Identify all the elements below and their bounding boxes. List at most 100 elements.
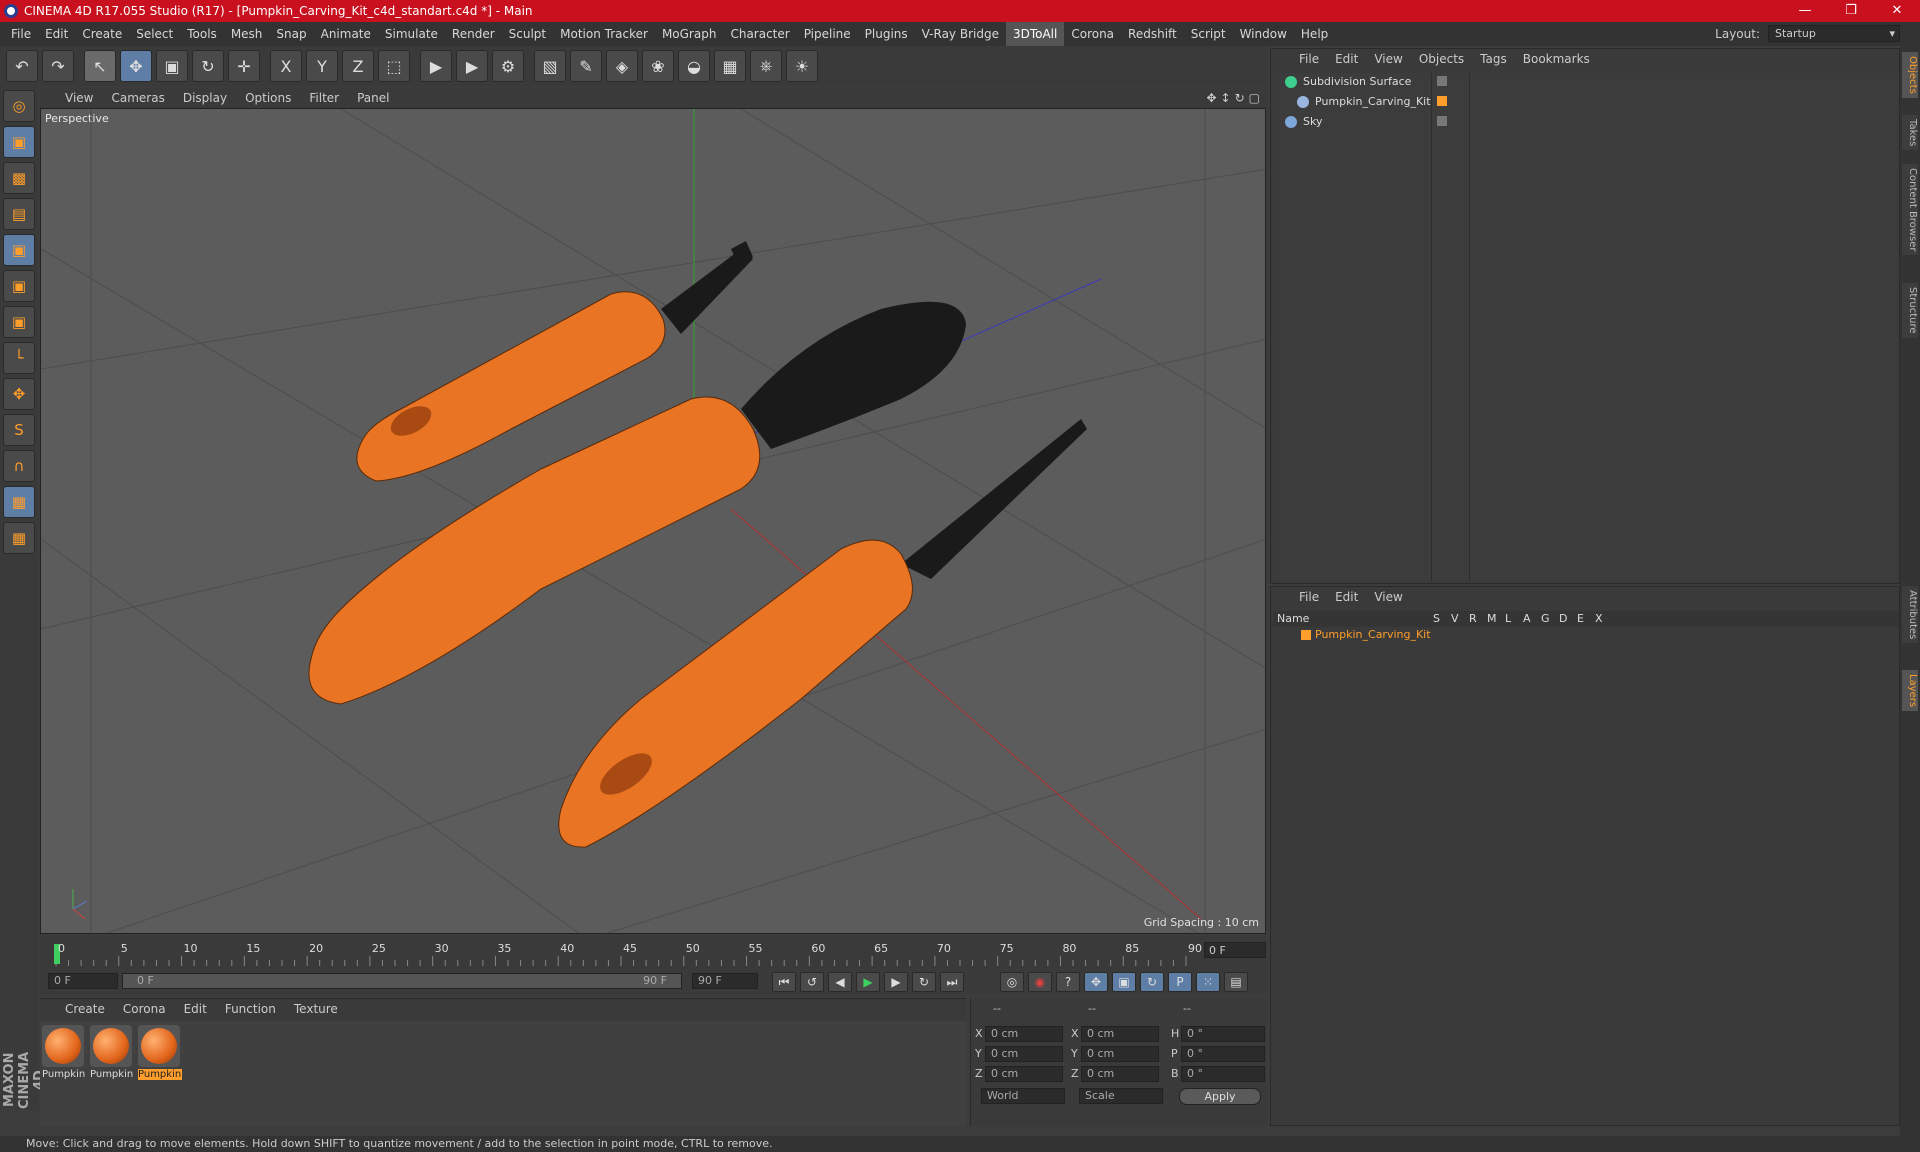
object-row[interactable]: Pumpkin_Carving_Kit	[1273, 93, 1899, 111]
left-tool-6-icon[interactable]: ▣	[3, 306, 35, 338]
rotate-view-icon[interactable]: ↻	[1235, 91, 1245, 105]
end-frame-field[interactable]: 90 F	[692, 973, 758, 989]
left-tool-4-icon[interactable]: ▣	[3, 234, 35, 266]
next-frame-icon[interactable]: ▶	[884, 972, 908, 992]
menu-pipeline[interactable]: Pipeline	[797, 22, 858, 46]
material-menu-edit[interactable]: Edit	[175, 1002, 216, 1016]
cube-icon[interactable]: ▧	[534, 50, 566, 82]
object-menu-objects[interactable]: Objects	[1411, 52, 1472, 66]
left-tool-0-icon[interactable]: ◎	[3, 90, 35, 122]
timeline-ruler[interactable]: 0 5 10 15 20 25 30 35 40 45 50 55 60 65 70 75 80 85 90	[48, 942, 1202, 966]
visibility-toggle[interactable]	[1437, 76, 1447, 86]
layer-menu-view[interactable]: View	[1366, 590, 1410, 604]
coordinate-icon[interactable]: ⬚	[378, 50, 410, 82]
right-tab-structure[interactable]: Structure	[1902, 283, 1918, 338]
visibility-toggle[interactable]	[1437, 116, 1447, 126]
menu-edit[interactable]: Edit	[38, 22, 75, 46]
floor-icon[interactable]: ▦	[714, 50, 746, 82]
select-icon[interactable]: ↖	[84, 50, 116, 82]
left-tool-1-icon[interactable]: ▣	[3, 126, 35, 158]
coord-c-field[interactable]: 0 °	[1181, 1066, 1265, 1082]
menu-sculpt[interactable]: Sculpt	[502, 22, 553, 46]
viewport-menu-filter[interactable]: Filter	[300, 91, 348, 105]
object-menu-bookmarks[interactable]: Bookmarks	[1515, 52, 1598, 66]
z-axis-icon[interactable]: Z	[342, 50, 374, 82]
object-row[interactable]: Subdivision Surface	[1273, 73, 1899, 91]
viewport-menu-cameras[interactable]: Cameras	[102, 91, 173, 105]
menu-animate[interactable]: Animate	[314, 22, 378, 46]
material-menu-corona[interactable]: Corona	[114, 1002, 175, 1016]
timeline-icon[interactable]: ▤	[1224, 972, 1248, 992]
left-tool-7-icon[interactable]: └	[3, 342, 35, 374]
left-tool-9-icon[interactable]: S	[3, 414, 35, 446]
pla-key-icon[interactable]: ⁙	[1196, 972, 1220, 992]
motion-path-icon[interactable]: ◎	[1000, 972, 1024, 992]
zoom-view-icon[interactable]: ↕	[1221, 91, 1231, 105]
render-picture-icon[interactable]: ▶	[456, 50, 488, 82]
minimize-button[interactable]: —	[1782, 0, 1828, 22]
menu-redshift[interactable]: Redshift	[1121, 22, 1184, 46]
material-menu-function[interactable]: Function	[216, 1002, 285, 1016]
object-menu-view[interactable]: View	[1366, 52, 1410, 66]
menu-snap[interactable]: Snap	[269, 22, 313, 46]
move-icon[interactable]: ✥	[120, 50, 152, 82]
right-tab-content-browser[interactable]: Content Browser	[1902, 164, 1918, 256]
go-start-icon[interactable]: ⏮	[772, 972, 796, 992]
next-key-icon[interactable]: ↻	[912, 972, 936, 992]
play-icon[interactable]: ▶	[856, 972, 880, 992]
move-view-icon[interactable]: ✥	[1206, 91, 1216, 105]
y-axis-icon[interactable]: Y	[306, 50, 338, 82]
viewport-menu-options[interactable]: Options	[236, 91, 300, 105]
object-menu-tags[interactable]: Tags	[1472, 52, 1515, 66]
param-key-icon[interactable]: P	[1168, 972, 1192, 992]
right-tab-objects[interactable]: Objects	[1902, 52, 1918, 98]
material-item[interactable]: Pumpkin	[90, 1025, 134, 1083]
layer-menu-file[interactable]: File	[1291, 590, 1327, 604]
coord-type-select[interactable]: Scale	[1079, 1088, 1163, 1104]
viewport-menu-view[interactable]: View	[56, 91, 102, 105]
menu-render[interactable]: Render	[445, 22, 502, 46]
render-view-icon[interactable]: ▶	[420, 50, 452, 82]
layer-menu-edit[interactable]: Edit	[1327, 590, 1366, 604]
menu-simulate[interactable]: Simulate	[378, 22, 445, 46]
x-axis-icon[interactable]: X	[270, 50, 302, 82]
undo-icon[interactable]: ↶	[6, 50, 38, 82]
rotate-key-icon[interactable]: ↻	[1140, 972, 1164, 992]
coord-mode-select[interactable]: World	[981, 1088, 1065, 1104]
move-key-icon[interactable]: ✥	[1084, 972, 1108, 992]
cloner-icon[interactable]: ❀	[642, 50, 674, 82]
menu-character[interactable]: Character	[723, 22, 796, 46]
coord-a-field[interactable]: 0 cm	[985, 1066, 1063, 1082]
light-icon[interactable]: ☀	[786, 50, 818, 82]
restore-button[interactable]: ❐	[1828, 0, 1874, 22]
render-settings-icon[interactable]: ⚙	[492, 50, 524, 82]
menu-mograph[interactable]: MoGraph	[655, 22, 724, 46]
menu-select[interactable]: Select	[129, 22, 180, 46]
record-icon[interactable]: ◉	[1028, 972, 1052, 992]
menu-help[interactable]: Help	[1294, 22, 1335, 46]
menu-file[interactable]: File	[4, 22, 38, 46]
object-row[interactable]: Sky	[1273, 113, 1899, 131]
rotate-icon[interactable]: ↻	[192, 50, 224, 82]
pen-icon[interactable]: ✎	[570, 50, 602, 82]
coord-b-field[interactable]: 0 cm	[1081, 1046, 1159, 1062]
coord-b-field[interactable]: 0 cm	[1081, 1066, 1159, 1082]
transform-icon[interactable]: ✛	[228, 50, 260, 82]
menu-corona[interactable]: Corona	[1064, 22, 1121, 46]
current-frame-field[interactable]: 0 F	[1204, 942, 1266, 958]
left-tool-10-icon[interactable]: ∩	[3, 450, 35, 482]
viewport-menu-panel[interactable]: Panel	[348, 91, 398, 105]
left-tool-5-icon[interactable]: ▣	[3, 270, 35, 302]
menu-script[interactable]: Script	[1184, 22, 1233, 46]
apply-button[interactable]: Apply	[1179, 1088, 1261, 1105]
material-menu-create[interactable]: Create	[56, 1002, 114, 1016]
frame-range-slider[interactable]: 0 F 90 F	[122, 973, 682, 989]
layout-select[interactable]: Startup ▾	[1768, 25, 1900, 42]
coord-b-field[interactable]: 0 cm	[1081, 1026, 1159, 1042]
material-menu-texture[interactable]: Texture	[285, 1002, 347, 1016]
right-tab-attributes[interactable]: Attributes	[1902, 586, 1918, 644]
left-tool-8-icon[interactable]: ✥	[3, 378, 35, 410]
menu-tools[interactable]: Tools	[180, 22, 224, 46]
menu-create[interactable]: Create	[75, 22, 129, 46]
coord-a-field[interactable]: 0 cm	[985, 1046, 1063, 1062]
